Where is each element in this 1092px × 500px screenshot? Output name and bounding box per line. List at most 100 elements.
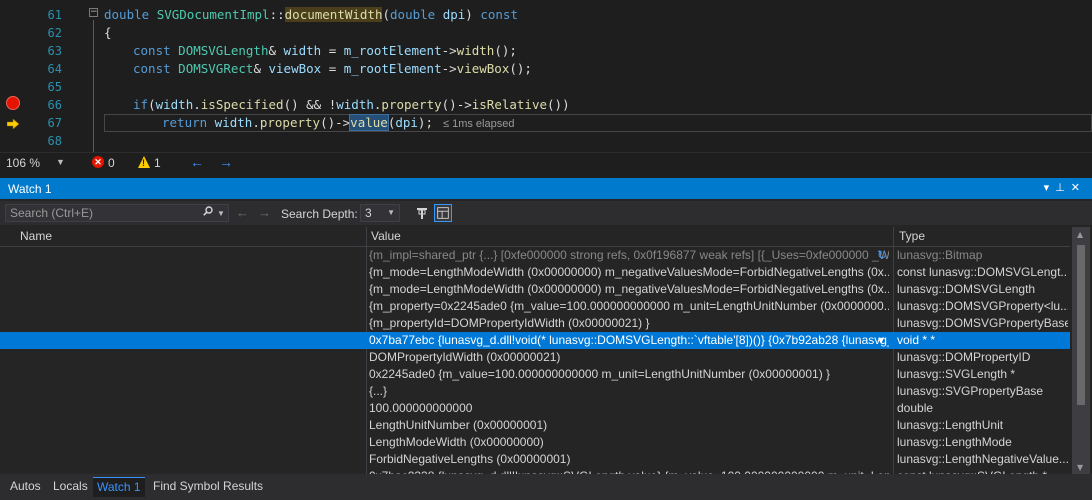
navigate-forward-icon[interactable]: → bbox=[219, 154, 233, 170]
line-number: 61 bbox=[47, 8, 62, 22]
watch-type-cell: lunasvg::SVGLength * bbox=[897, 367, 1016, 381]
editor-status-bar: 106 % ▼ ✕ 0 ! 1 ← → bbox=[0, 152, 1092, 173]
dropdown-icon[interactable]: ▾ bbox=[1044, 182, 1056, 194]
watch-value-cell[interactable]: LengthModeWidth (0x00000000) bbox=[369, 434, 889, 451]
line-number: 66 bbox=[47, 98, 62, 112]
error-count[interactable]: 0 bbox=[108, 156, 115, 170]
code-line[interactable]: 63 const DOMSVGLength& width = m_rootEle… bbox=[0, 42, 1092, 60]
code-line[interactable]: 64 const DOMSVGRect& viewBox = m_rootEle… bbox=[0, 60, 1092, 78]
code-line[interactable]: 62 { bbox=[0, 24, 1092, 42]
panel-window-buttons[interactable]: ▾⊥✕ bbox=[1044, 181, 1086, 194]
line-number: 64 bbox=[47, 62, 62, 76]
watch-value-cell[interactable]: {...} bbox=[369, 383, 889, 400]
panel-title: Watch 1 bbox=[8, 182, 52, 196]
warning-icon-mark: ! bbox=[142, 158, 145, 168]
watch-row[interactable]: ▶__vfptr0x7ba77ebc {lunasvg_d.dll!void(*… bbox=[0, 332, 1070, 349]
error-icon[interactable]: ✕ bbox=[92, 156, 104, 168]
watch-row[interactable]: ◢m_property0x2245ade0 {m_value=100.00000… bbox=[0, 366, 1070, 383]
watch-row[interactable]: ▶[lunasvg::DOMSVGLength]{m_mode=LengthMo… bbox=[0, 281, 1070, 298]
watch-value-cell[interactable]: 0x7ba77ebc {lunasvg_d.dll!void(* lunasvg… bbox=[369, 332, 889, 349]
watch-value-cell[interactable]: {m_mode=LengthModeWidth (0x00000000) m_n… bbox=[369, 281, 889, 298]
code-line[interactable]: 68 bbox=[0, 132, 1092, 150]
watch-row[interactable]: ▶bitmap{m_impl=shared_ptr {...} [0xfe000… bbox=[0, 247, 1070, 264]
watch-row[interactable]: ◢lunasvg::DOMSVGProperty<lunasvg::SVGLen… bbox=[0, 298, 1070, 315]
watch-panel: Watch 1 ▾⊥✕ Search (Ctrl+E) ▼ ← → Search… bbox=[0, 178, 1092, 483]
warning-count[interactable]: 1 bbox=[154, 156, 161, 170]
watch-type-cell: lunasvg::DOMSVGLength bbox=[897, 282, 1036, 296]
watch-type-cell: lunasvg::Bitmap bbox=[897, 248, 983, 262]
watch-title-bar[interactable]: Watch 1 ▾⊥✕ bbox=[0, 179, 1092, 199]
code-line[interactable]: 66 if(width.isSpecified() && !width.prop… bbox=[0, 96, 1092, 114]
debug-tab-strip: Autos Locals Watch 1 Find Symbol Results bbox=[0, 474, 1092, 500]
watch-value-cell[interactable]: 100.000000000000 bbox=[369, 400, 889, 417]
zoom-level[interactable]: 106 % bbox=[6, 156, 40, 170]
column-header-name[interactable]: Name bbox=[20, 229, 52, 243]
visualizer-dropdown-icon[interactable]: ▾ bbox=[878, 332, 884, 349]
watch-row[interactable]: m_unitLengthUnitNumber (0x00000001)lunas… bbox=[0, 417, 1070, 434]
watch-value-cell[interactable]: {m_property=0x2245ade0 {m_value=100.0000… bbox=[369, 298, 889, 315]
grid-header: Name Value Type bbox=[0, 227, 1070, 247]
watch-row[interactable]: m_value100.000000000000double bbox=[0, 400, 1070, 417]
code-text: double SVGDocumentImpl::documentWidth(do… bbox=[104, 7, 518, 22]
chevron-down-icon[interactable]: ▼ bbox=[56, 157, 65, 167]
column-header-value[interactable]: Value bbox=[371, 229, 401, 243]
watch-value-cell[interactable]: 0x2245ade0 {m_value=100.000000000000 m_u… bbox=[369, 366, 889, 383]
view-columns-icon[interactable] bbox=[434, 204, 452, 222]
watch-row[interactable]: ▶lunasvg::SVGPropertyBase{...}lunasvg::S… bbox=[0, 383, 1070, 400]
search-depth-select[interactable]: 3 ▼ bbox=[360, 204, 400, 222]
watch-type-cell: void * * bbox=[897, 333, 936, 347]
search-input[interactable]: Search (Ctrl+E) bbox=[5, 204, 229, 222]
code-line[interactable]: 61 double SVGDocumentImpl::documentWidth… bbox=[0, 6, 1092, 24]
code-editor[interactable]: − 61 double SVGDocumentImpl::documentWid… bbox=[0, 0, 1092, 152]
watch-value-cell[interactable]: {m_impl=shared_ptr {...} [0xfe000000 str… bbox=[369, 247, 889, 264]
refresh-icon[interactable]: ↻ bbox=[877, 247, 887, 264]
watch-value-cell[interactable]: {m_propertyId=DOMPropertyIdWidth (0x0000… bbox=[369, 315, 889, 332]
pin-icon[interactable]: ⊥ bbox=[1055, 182, 1071, 194]
pin-to-source-icon[interactable] bbox=[414, 205, 430, 221]
code-text: const DOMSVGLength& width = m_rootElemen… bbox=[133, 43, 517, 58]
close-icon[interactable]: ✕ bbox=[1071, 182, 1086, 194]
tab-locals[interactable]: Locals bbox=[49, 477, 92, 496]
navigate-back-icon[interactable]: ← bbox=[190, 154, 204, 170]
watch-row[interactable]: ◢lunasvg::DOMSVGPropertyBase{m_propertyI… bbox=[0, 315, 1070, 332]
watch-row[interactable]: m_propertyIdDOMPropertyIdWidth (0x000000… bbox=[0, 349, 1070, 366]
watch-value-cell[interactable]: {m_mode=LengthModeWidth (0x00000000) m_n… bbox=[369, 264, 889, 281]
watch-row[interactable]: ◢width{m_mode=LengthModeWidth (0x0000000… bbox=[0, 264, 1070, 281]
watch-type-cell: lunasvg::LengthUnit bbox=[897, 418, 1004, 432]
watch-type-cell: lunasvg::LengthMode bbox=[897, 435, 1012, 449]
tab-watch-1[interactable]: Watch 1 bbox=[93, 477, 145, 497]
search-options-chevron-icon[interactable]: ▼ bbox=[217, 209, 225, 218]
code-text: { bbox=[104, 25, 112, 40]
search-icon[interactable] bbox=[203, 206, 213, 216]
watch-value-cell[interactable]: ForbidNegativeLengths (0x00000001) bbox=[369, 451, 889, 468]
watch-value-cell[interactable]: DOMPropertyIdWidth (0x00000021) bbox=[369, 349, 889, 366]
watch-value-cell[interactable]: LengthUnitNumber (0x00000001) bbox=[369, 417, 889, 434]
watch-type-cell: lunasvg::DOMSVGProperty<lu... bbox=[897, 299, 1068, 313]
scroll-down-icon[interactable]: ▼ bbox=[1077, 463, 1083, 472]
scrollbar-thumb[interactable] bbox=[1077, 245, 1085, 405]
perf-tip[interactable]: ≤ 1ms elapsed bbox=[443, 118, 514, 130]
watch-row[interactable]: m_modeLengthModeWidth (0x00000000)lunasv… bbox=[0, 434, 1070, 451]
vertical-scrollbar[interactable]: ▲ ▼ bbox=[1072, 227, 1090, 475]
line-number: 63 bbox=[47, 44, 62, 58]
scroll-up-icon[interactable]: ▲ bbox=[1077, 230, 1083, 239]
code-text: return width.property()->value(dpi); ≤ 1m… bbox=[162, 114, 515, 131]
tab-find-symbol-results[interactable]: Find Symbol Results bbox=[149, 477, 267, 496]
column-header-type[interactable]: Type bbox=[899, 229, 925, 243]
tab-autos[interactable]: Autos bbox=[6, 477, 45, 496]
watch-type-cell: const lunasvg::DOMSVGLengt... bbox=[897, 265, 1068, 279]
line-number: 62 bbox=[47, 26, 62, 40]
code-line-current[interactable]: 67 return width.property()->value(dpi); ≤… bbox=[0, 114, 1092, 132]
watch-type-cell: double bbox=[897, 401, 934, 415]
search-back-icon[interactable]: ← bbox=[236, 205, 249, 220]
watch-toolbar: Search (Ctrl+E) ▼ ← → Search Depth: 3 ▼ bbox=[0, 201, 1092, 225]
watch-type-cell: lunasvg::DOMPropertyID bbox=[897, 350, 1031, 364]
line-number: 67 bbox=[47, 116, 62, 130]
code-line[interactable]: 65 bbox=[0, 78, 1092, 96]
watch-row[interactable]: m_negativeValuesModeForbidNegativeLength… bbox=[0, 451, 1070, 468]
search-forward-icon[interactable]: → bbox=[258, 205, 271, 220]
search-depth-label: Search Depth: bbox=[281, 207, 358, 221]
watch-type-cell: lunasvg::SVGPropertyBase bbox=[897, 384, 1044, 398]
chevron-down-icon: ▼ bbox=[387, 208, 395, 217]
watch-type-cell: lunasvg::DOMSVGPropertyBase bbox=[897, 316, 1068, 330]
